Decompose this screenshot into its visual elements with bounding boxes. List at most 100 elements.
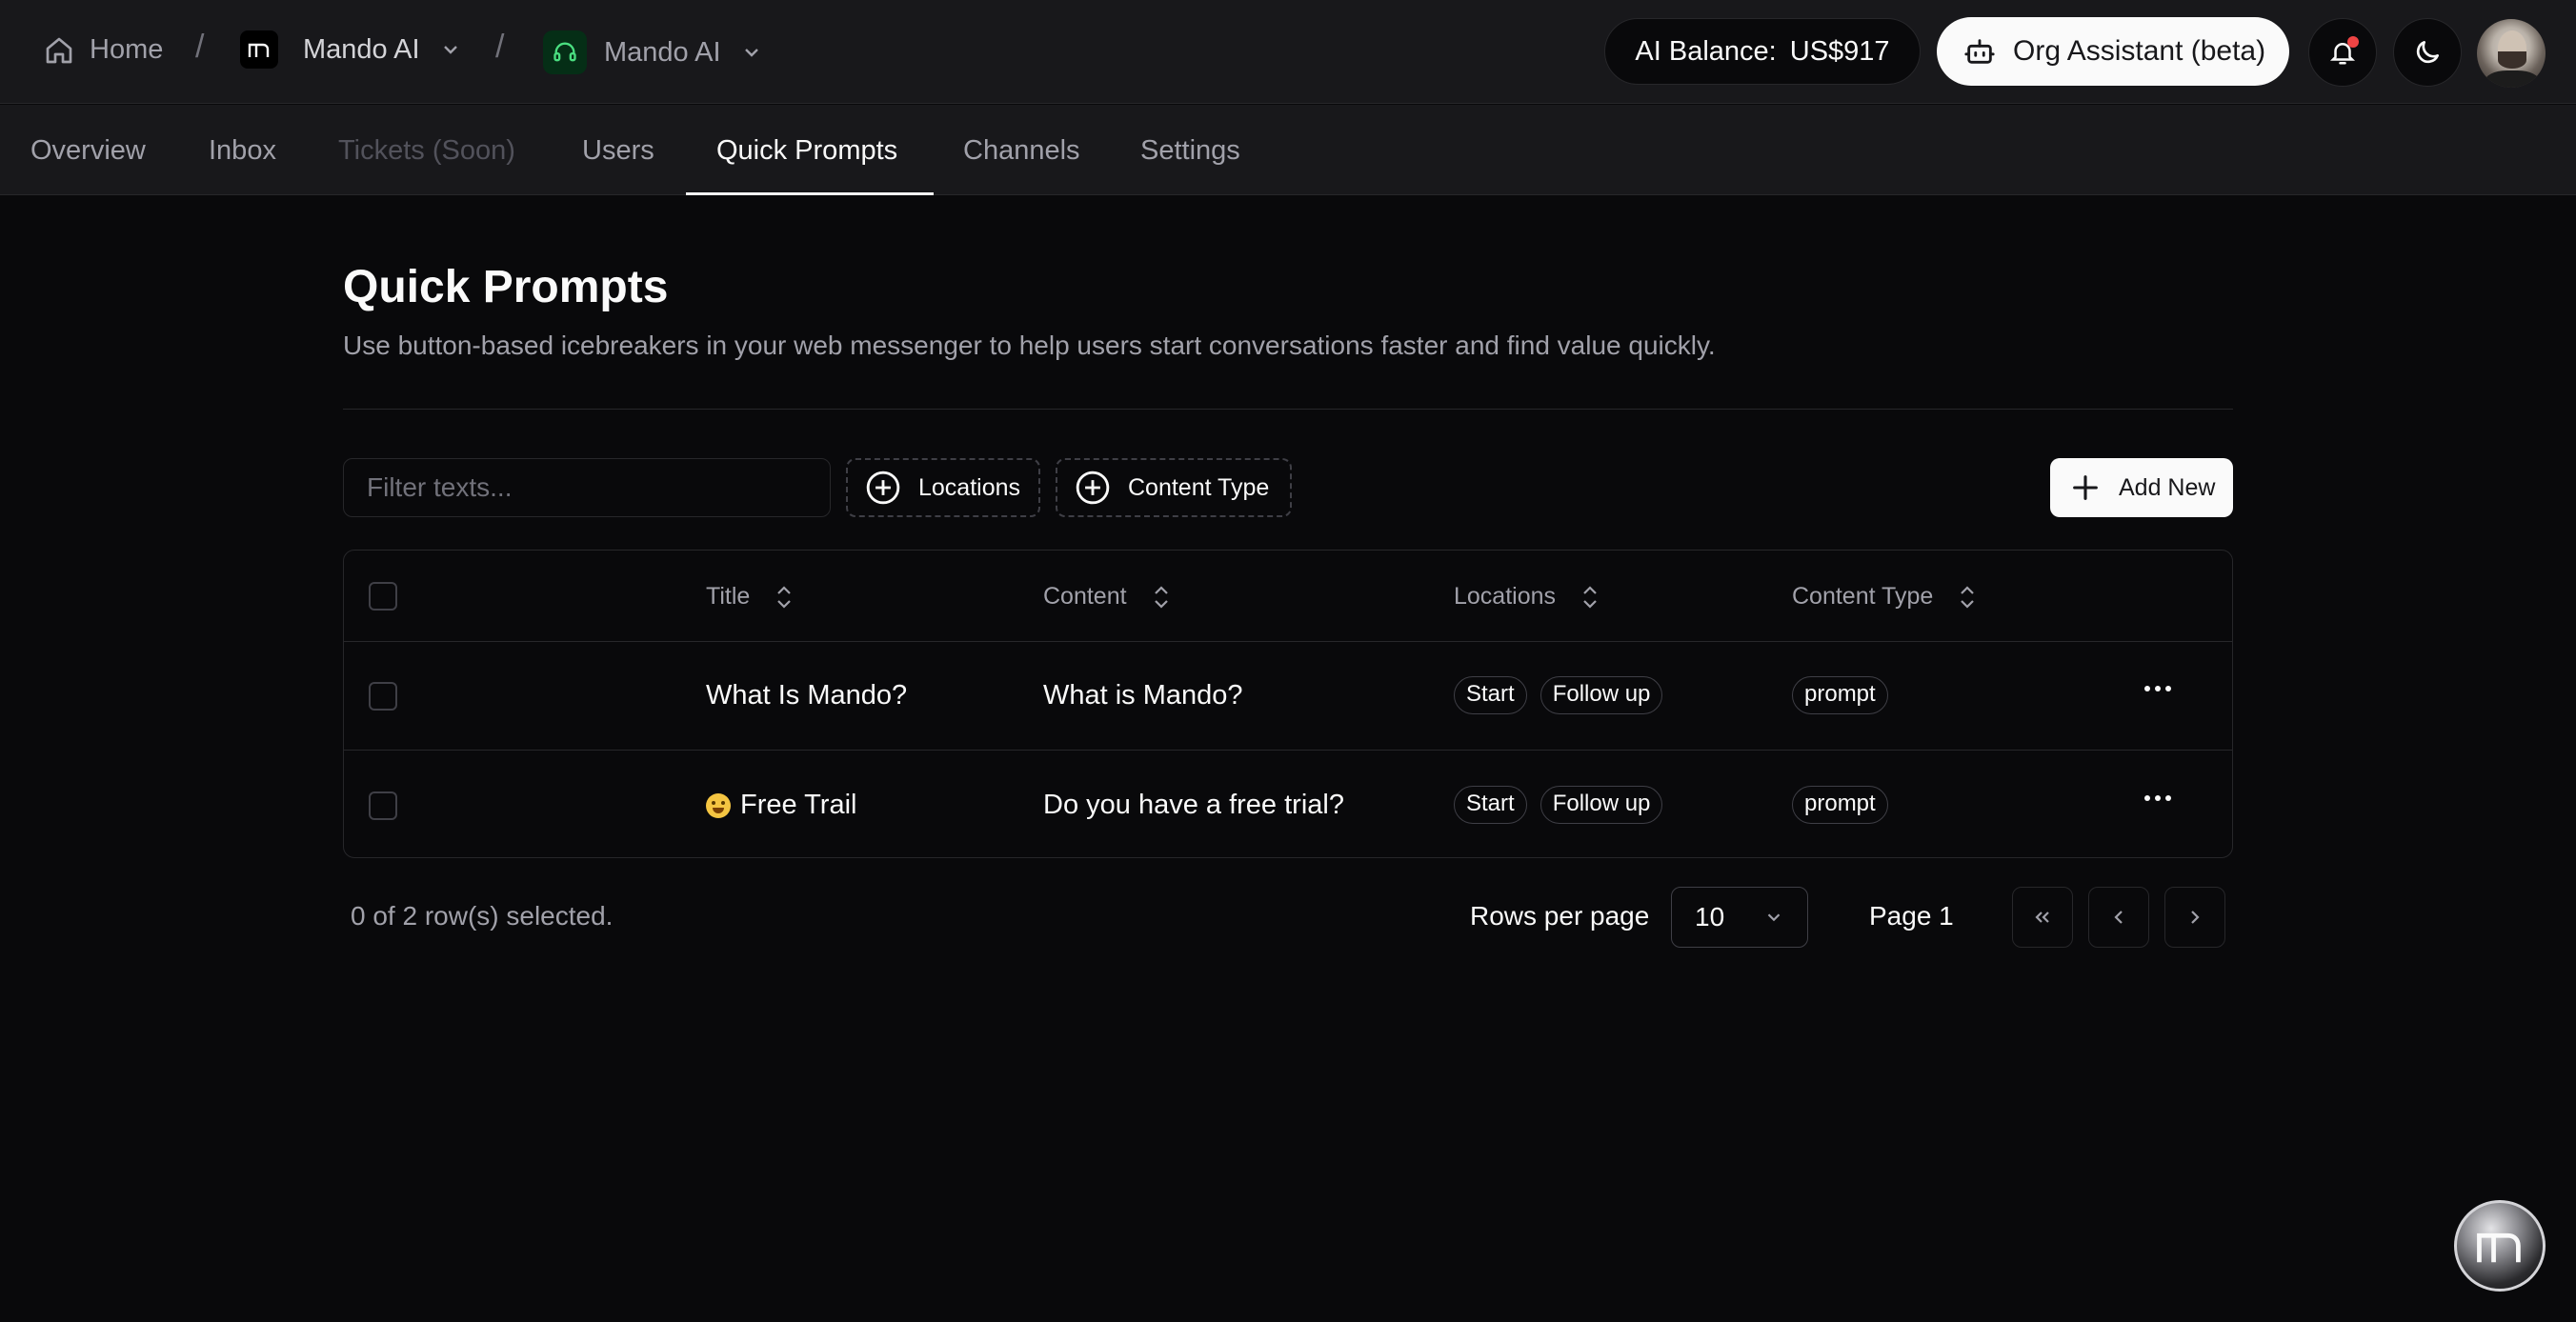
row-checkbox[interactable]: [369, 682, 397, 711]
row-title-text: What Is Mando?: [706, 680, 908, 711]
column-locations-label: Locations: [1454, 583, 1557, 610]
breadcrumb-home[interactable]: Home: [44, 34, 163, 66]
location-badge: Follow up: [1540, 786, 1663, 824]
previous-page-button[interactable]: [2088, 887, 2149, 948]
ai-balance-value: US$917: [1789, 35, 1890, 67]
breadcrumb-home-label: Home: [90, 34, 164, 65]
sort-icon: [1150, 584, 1173, 611]
row-title: What Is Mando?: [706, 680, 907, 711]
location-badge: Follow up: [1540, 676, 1663, 714]
tab-settings[interactable]: Settings: [1140, 135, 1240, 167]
avatar[interactable]: [2477, 19, 2546, 88]
chevron-left-icon: [2107, 906, 2130, 929]
moon-icon: [2412, 37, 2443, 68]
row-content: Do you have a free trial?: [1043, 790, 1344, 820]
money-face-emoji-icon: [706, 792, 731, 818]
row-title: Free Trail: [706, 790, 856, 821]
tab-bar: Overview Inbox Tickets (Soon) Users Quic…: [0, 105, 2576, 195]
org-assistant-label: Org Assistant (beta): [2013, 35, 2266, 67]
location-badge: Start: [1454, 786, 1527, 824]
sort-icon: [773, 584, 795, 611]
plus-circle-icon: [1075, 470, 1111, 506]
tab-users[interactable]: Users: [582, 135, 654, 167]
breadcrumb-separator: /: [195, 29, 205, 65]
breadcrumb-org[interactable]: Mando AI: [240, 30, 462, 69]
content-type-filter-label: Content Type: [1128, 473, 1270, 501]
column-content-label: Content: [1043, 583, 1127, 610]
filter-input[interactable]: [343, 458, 831, 517]
column-content-header[interactable]: Content: [1043, 583, 1173, 611]
select-all-checkbox[interactable]: [369, 582, 397, 611]
row-checkbox[interactable]: [369, 791, 397, 820]
quick-prompts-table: Title Content Locations Content Type Wha…: [343, 550, 2233, 858]
mando-logo-icon: [2473, 1225, 2526, 1267]
tab-tickets: Tickets (Soon): [338, 135, 515, 166]
mando-logo-icon: [240, 30, 278, 69]
column-content-type-header[interactable]: Content Type: [1792, 583, 1979, 611]
table-row[interactable]: Free Trail Do you have a free trial? Sta…: [344, 751, 2232, 857]
row-actions-menu-icon[interactable]: [2144, 686, 2171, 691]
chevron-down-icon: [439, 38, 462, 61]
chevron-down-icon: [1763, 907, 1784, 928]
ai-balance-label: AI Balance:: [1635, 35, 1777, 67]
chevrons-left-icon: [2031, 906, 2054, 929]
sort-icon: [1579, 584, 1601, 611]
next-page-button[interactable]: [2164, 887, 2225, 948]
theme-toggle-button[interactable]: [2393, 18, 2462, 87]
table-header: Title Content Locations Content Type: [344, 551, 2232, 642]
column-locations-header[interactable]: Locations: [1454, 583, 1601, 611]
rows-per-page-label: Rows per page: [1470, 901, 1650, 931]
row-content-type: prompt: [1792, 786, 1902, 824]
tab-channels[interactable]: Channels: [963, 135, 1080, 167]
location-badge: Start: [1454, 676, 1527, 714]
row-content-type: prompt: [1792, 676, 1902, 714]
chevron-right-icon: [2184, 906, 2206, 929]
locations-filter-label: Locations: [918, 473, 1021, 501]
selection-count: 0 of 2 row(s) selected.: [351, 901, 614, 931]
notifications-button[interactable]: [2308, 18, 2377, 87]
plus-icon: [2069, 471, 2102, 504]
rows-per-page-value: 10: [1695, 902, 1725, 931]
add-new-button[interactable]: Add New: [2050, 458, 2233, 517]
content-type-badge: prompt: [1792, 676, 1888, 714]
breadcrumb-org-label: Mando AI: [303, 33, 420, 65]
divider: [343, 409, 2233, 410]
add-new-label: Add New: [2119, 473, 2216, 501]
bell-icon: [2328, 36, 2359, 67]
content-type-filter-button[interactable]: Content Type: [1056, 458, 1292, 517]
bot-icon: [1963, 35, 1996, 68]
breadcrumb-project[interactable]: Mando AI: [543, 30, 763, 74]
row-title-text: Free Trail: [740, 790, 857, 820]
row-content: What is Mando?: [1043, 680, 1243, 711]
org-assistant-button[interactable]: Org Assistant (beta): [1937, 17, 2289, 86]
active-tab-indicator: [686, 192, 934, 195]
notification-dot: [2347, 36, 2359, 48]
tab-overview[interactable]: Overview: [30, 135, 146, 167]
chevron-down-icon: [740, 41, 763, 64]
page-indicator: Page 1: [1869, 901, 1954, 931]
tab-quick-prompts[interactable]: Quick Prompts: [716, 135, 897, 167]
locations-filter-button[interactable]: Locations: [846, 458, 1040, 517]
row-locations: Start Follow up: [1454, 676, 1676, 714]
tab-inbox[interactable]: Inbox: [209, 135, 276, 167]
breadcrumb-separator: /: [495, 29, 505, 65]
home-icon: [44, 35, 74, 66]
top-bar: Home / Mando AI / Mando AI AI Balance: U…: [0, 0, 2576, 104]
plus-circle-icon: [865, 470, 901, 506]
rows-per-page-select[interactable]: 10: [1671, 887, 1808, 948]
page-title: Quick Prompts: [343, 262, 669, 312]
headset-icon: [543, 30, 587, 74]
row-actions-menu-icon[interactable]: [2144, 795, 2171, 801]
chat-widget-button[interactable]: [2454, 1200, 2546, 1292]
breadcrumb-project-label: Mando AI: [604, 36, 721, 68]
column-title-header[interactable]: Title: [706, 583, 795, 611]
row-locations: Start Follow up: [1454, 786, 1676, 824]
page-description: Use button-based icebreakers in your web…: [343, 330, 1716, 360]
ai-balance-badge[interactable]: AI Balance: US$917: [1604, 18, 1921, 85]
column-content-type-label: Content Type: [1792, 583, 1934, 610]
content-type-badge: prompt: [1792, 786, 1888, 824]
sort-icon: [1956, 584, 1979, 611]
column-title-label: Title: [706, 583, 751, 610]
first-page-button[interactable]: [2012, 887, 2073, 948]
table-row[interactable]: What Is Mando? What is Mando? Start Foll…: [344, 642, 2232, 751]
